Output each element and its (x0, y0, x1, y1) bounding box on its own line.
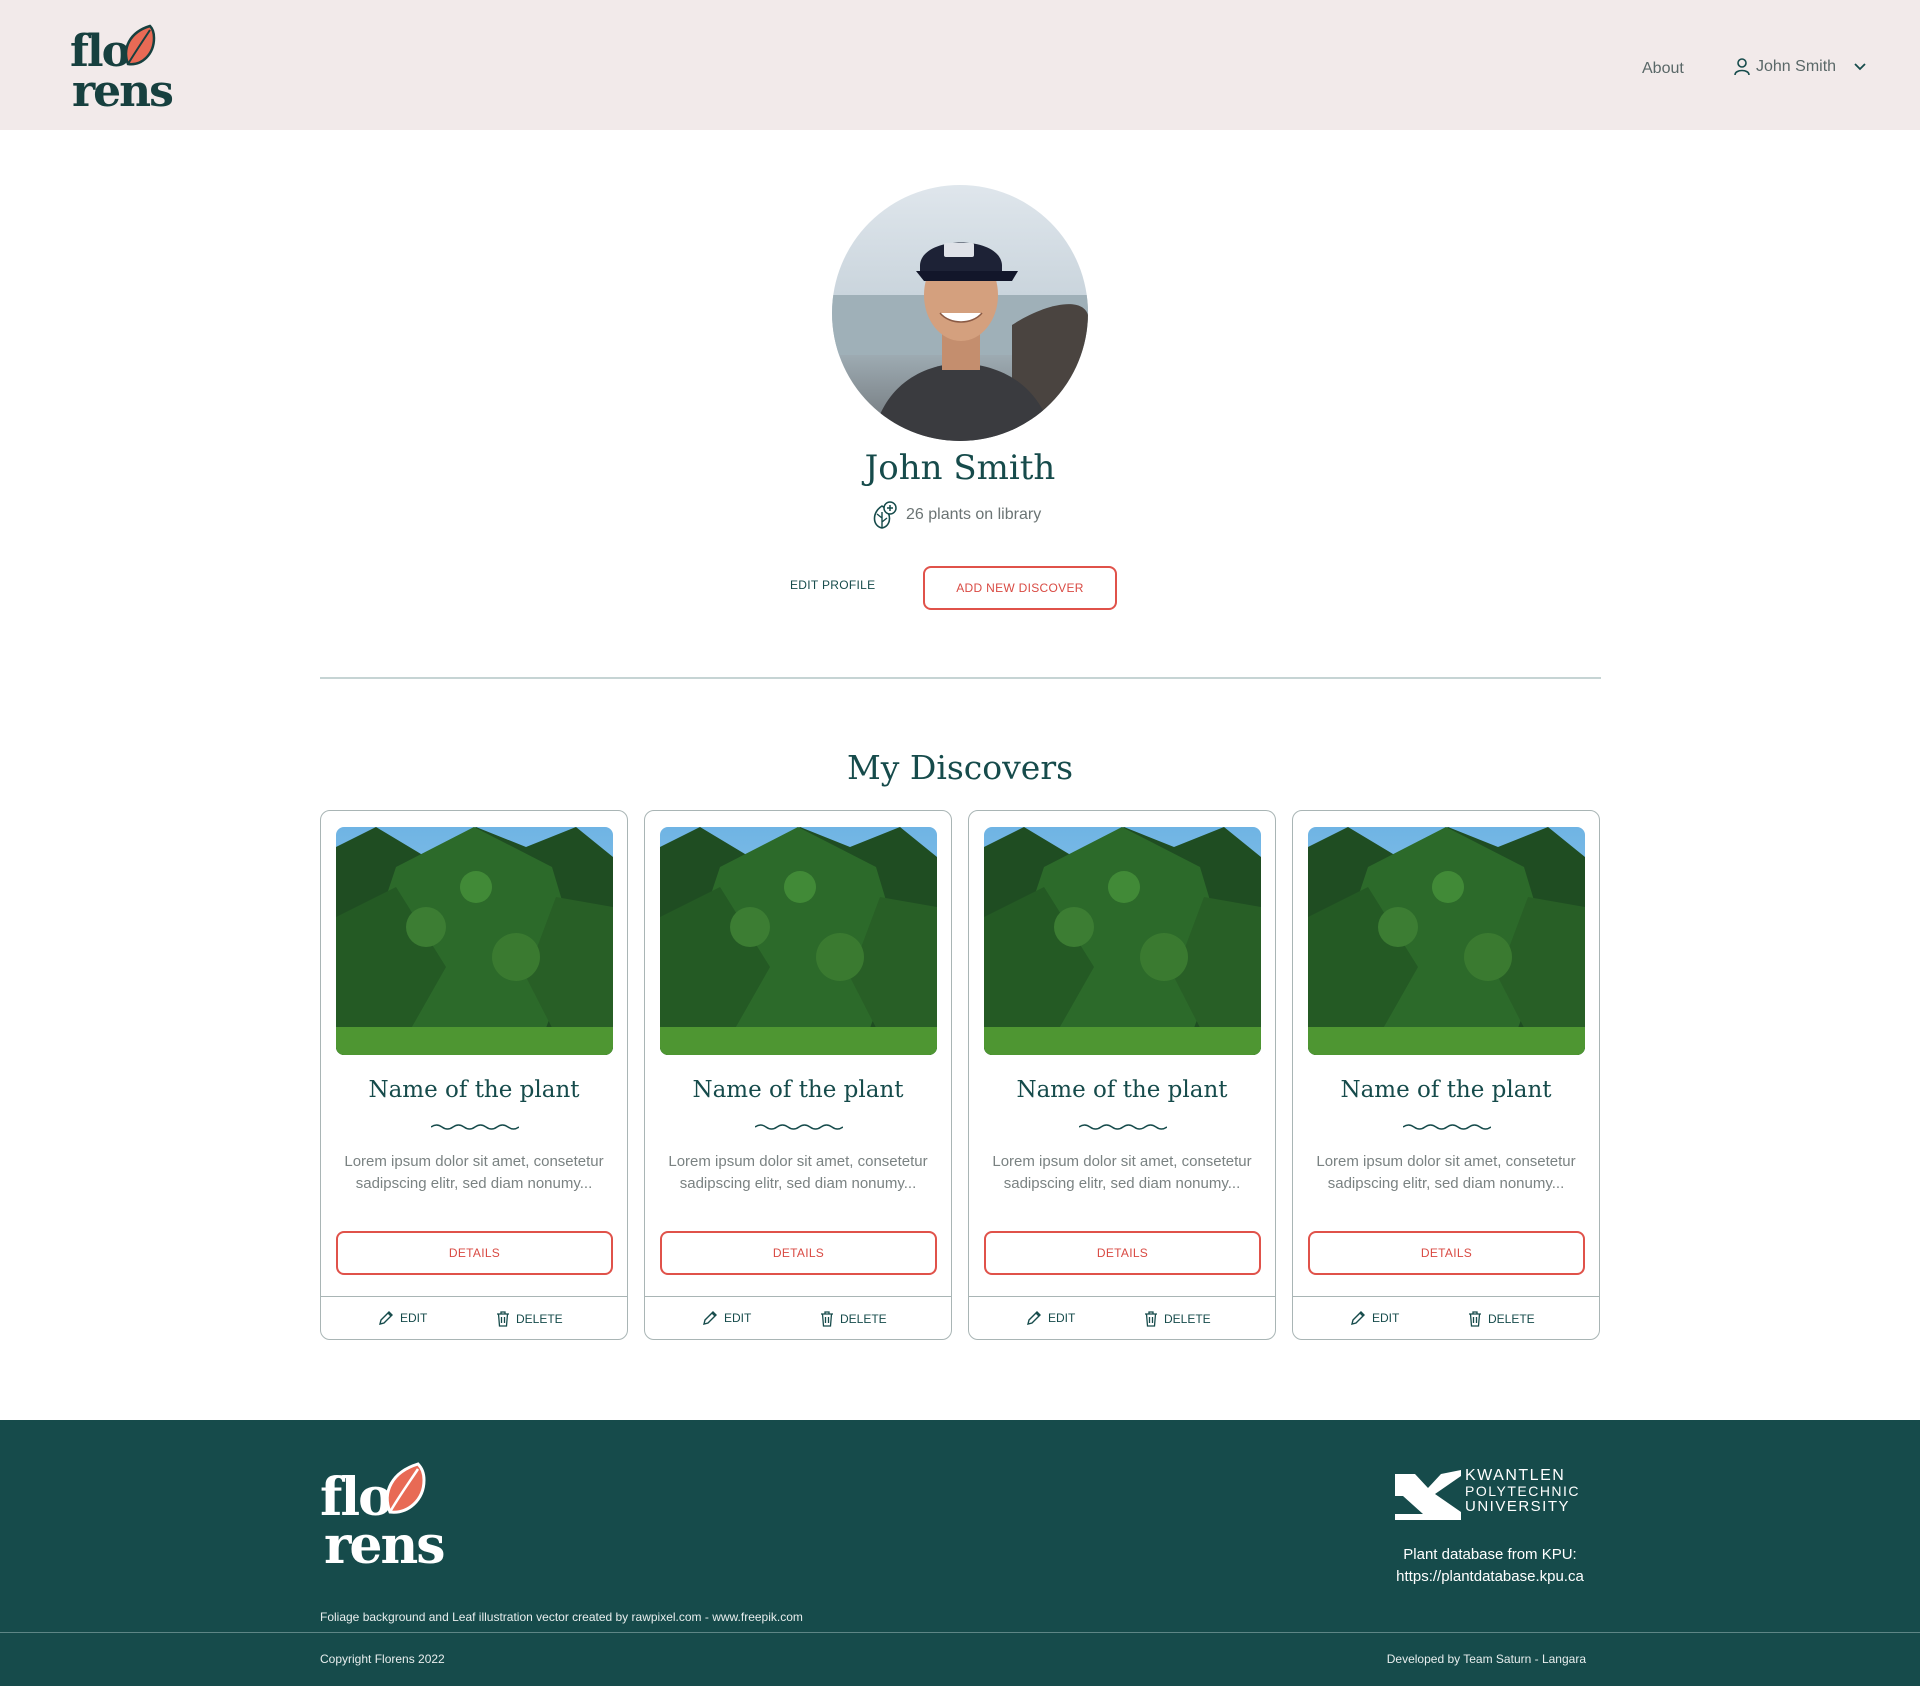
kpu-line-2: POLYTECHNIC (1465, 1483, 1581, 1499)
details-button[interactable]: DETAILS (1308, 1231, 1585, 1275)
kpu-line-1: KWANTLEN (1465, 1467, 1566, 1484)
footer-divider (0, 1632, 1920, 1633)
site-footer: flo rens Foliage background and Leaf ill… (0, 1420, 1920, 1686)
plants-count-text: 26 plants on library (906, 506, 1042, 523)
edit-button[interactable]: EDIT (1026, 1310, 1075, 1326)
card-actions: EDIT DELETE (321, 1296, 627, 1340)
plant-card-title: Name of the plant (368, 1077, 580, 1103)
trash-icon (821, 1311, 833, 1327)
florens-logo[interactable]: flo rens (70, 24, 174, 117)
plant-card-description: Lorem ipsum dolor sit amet, consetetur s… (668, 1153, 928, 1192)
plant-card: Name of the plant Lorem ipsum dolor sit … (1292, 810, 1600, 1340)
profile-name: John Smith (864, 448, 1056, 488)
delete-button[interactable]: DELETE (1468, 1310, 1535, 1327)
plant-image (336, 827, 613, 1055)
user-icon (1734, 58, 1750, 76)
pencil-icon (703, 1311, 717, 1325)
details-button[interactable]: DETAILS (984, 1231, 1261, 1275)
plant-image (660, 827, 937, 1055)
plant-image (1308, 827, 1585, 1055)
edit-label: EDIT (724, 1311, 752, 1325)
details-button[interactable]: DETAILS (336, 1231, 613, 1275)
kpu-line-3: UNIVERSITY (1465, 1498, 1571, 1515)
edit-profile-button[interactable]: EDIT PROFILE (790, 578, 875, 592)
logo-word-2: rens (72, 66, 174, 117)
plant-card: Name of the plant Lorem ipsum dolor sit … (968, 810, 1276, 1340)
wave-divider (755, 1124, 843, 1130)
pencil-icon (1027, 1311, 1041, 1325)
plant-add-icon (873, 501, 897, 529)
profile-avatar (832, 185, 1088, 441)
plant-card-description: Lorem ipsum dolor sit amet, consetetur s… (344, 1153, 604, 1192)
plant-card-description: Lorem ipsum dolor sit amet, consetetur s… (1316, 1153, 1576, 1192)
avatar-photo (832, 242, 1088, 441)
plant-card: Name of the plant Lorem ipsum dolor sit … (320, 810, 628, 1340)
nav-about-link[interactable]: About (1642, 60, 1684, 78)
trash-icon (1145, 1311, 1157, 1327)
plant-card-title: Name of the plant (1016, 1077, 1228, 1103)
details-button[interactable]: DETAILS (660, 1231, 937, 1275)
delete-label: DELETE (840, 1311, 887, 1326)
user-menu-name: John Smith (1756, 58, 1837, 75)
card-actions: EDIT DELETE (1293, 1296, 1599, 1340)
wave-divider (1403, 1124, 1491, 1130)
delete-label: DELETE (1164, 1311, 1211, 1326)
discover-cards: Name of the plant Lorem ipsum dolor sit … (320, 810, 1601, 1340)
leaf-logo-icon (124, 24, 156, 66)
pencil-icon (1351, 1311, 1365, 1325)
section-divider (320, 677, 1601, 679)
wave-divider (1079, 1124, 1167, 1130)
trash-icon (497, 1311, 509, 1327)
card-actions: EDIT DELETE (645, 1296, 951, 1340)
delete-button[interactable]: DELETE (1144, 1310, 1211, 1327)
kpu-logo-icon (1395, 1470, 1461, 1520)
plant-card: Name of the plant Lorem ipsum dolor sit … (644, 810, 952, 1340)
wave-divider (431, 1124, 519, 1130)
edit-label: EDIT (1048, 1311, 1076, 1325)
section-title: My Discovers (846, 748, 1074, 787)
edit-button[interactable]: EDIT (702, 1310, 751, 1326)
add-new-discover-button[interactable]: ADD NEW DISCOVER (923, 566, 1117, 610)
delete-button[interactable]: DELETE (820, 1310, 887, 1327)
trash-icon (1469, 1311, 1481, 1327)
illustration-credit: Foliage background and Leaf illustration… (320, 1610, 803, 1624)
plantdb-label: Plant database from KPU: (1403, 1546, 1577, 1563)
edit-button[interactable]: EDIT (1350, 1310, 1399, 1326)
user-menu[interactable]: John Smith (1734, 58, 1866, 76)
developed-by-text: Developed by Team Saturn - Langara (1386, 1652, 1586, 1666)
chevron-down-icon (1854, 63, 1866, 71)
delete-label: DELETE (516, 1311, 563, 1326)
plant-image (984, 827, 1261, 1055)
edit-label: EDIT (400, 1311, 428, 1325)
plant-card-title: Name of the plant (1340, 1077, 1552, 1103)
edit-button[interactable]: EDIT (378, 1310, 427, 1326)
edit-label: EDIT (1372, 1311, 1400, 1325)
leaf-logo-icon (385, 1462, 426, 1514)
footer-logo-word-2: rens (324, 1515, 446, 1576)
footer-logo[interactable]: flo rens (320, 1462, 446, 1572)
delete-label: DELETE (1488, 1311, 1535, 1326)
plant-card-description: Lorem ipsum dolor sit amet, consetetur s… (992, 1153, 1252, 1192)
delete-button[interactable]: DELETE (496, 1310, 563, 1327)
pencil-icon (379, 1311, 393, 1325)
plants-count: 26 plants on library (870, 500, 1041, 530)
card-actions: EDIT DELETE (969, 1296, 1275, 1340)
top-header: flo rens About John Smith (0, 0, 1920, 130)
plantdb-link[interactable]: https://plantdatabase.kpu.ca (1380, 1566, 1600, 1588)
kpu-logo[interactable]: KWANTLEN POLYTECHNIC UNIVERSITY (1395, 1468, 1585, 1524)
copyright-text: Copyright Florens 2022 (320, 1652, 445, 1666)
plant-card-title: Name of the plant (692, 1077, 904, 1103)
kpu-wordmark: KWANTLEN POLYTECHNIC UNIVERSITY (1465, 1467, 1581, 1515)
plant-database-info: Plant database from KPU: https://plantda… (1380, 1544, 1600, 1588)
